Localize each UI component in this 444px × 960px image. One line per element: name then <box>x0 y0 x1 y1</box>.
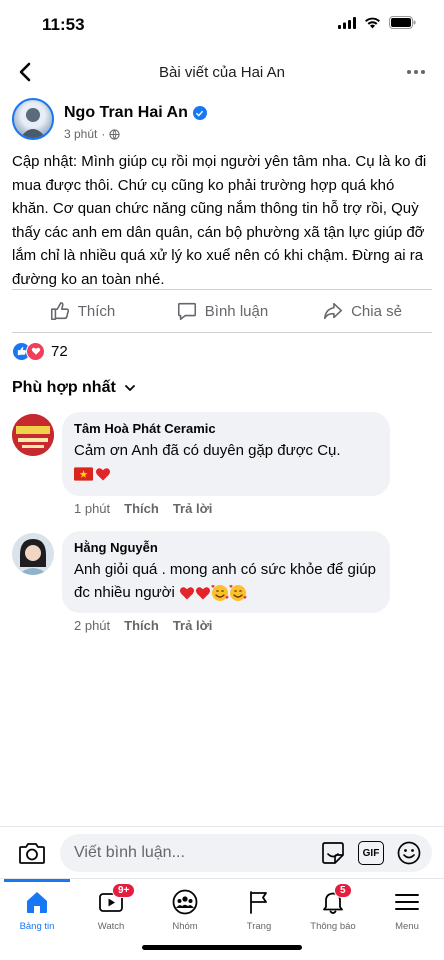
like-button[interactable]: Thích <box>12 290 152 332</box>
share-label: Chia sẻ <box>351 302 402 320</box>
like-label: Thích <box>77 302 116 320</box>
comment-input-placeholder: Viết bình luận... <box>74 844 185 861</box>
comment-like-button[interactable]: Thích <box>124 618 159 633</box>
commenter-avatar[interactable] <box>12 533 54 575</box>
tab-notifications[interactable]: 5 Thông báo <box>296 879 370 941</box>
reactions-summary[interactable]: 72 <box>12 340 68 362</box>
vietnam-flag-icon <box>74 467 93 481</box>
comment-emoji <box>74 466 378 482</box>
notification-badge: 5 <box>334 883 352 898</box>
post-action-bar: Thích Bình luận Chia sẻ <box>12 289 432 333</box>
comment-actions: 1 phút Thích Trả lời <box>74 501 212 516</box>
commenter-name[interactable]: Hằng Nguyễn <box>74 540 378 555</box>
groups-icon <box>172 889 198 915</box>
home-indicator <box>142 945 302 950</box>
tab-label: Thông báo <box>310 921 356 932</box>
more-options-icon[interactable] <box>404 60 428 84</box>
red-heart-icon <box>95 468 111 481</box>
post-time[interactable]: 3 phút <box>64 127 97 141</box>
page-title: Bài viết của Hai An <box>159 64 285 81</box>
reaction-count: 72 <box>51 342 68 360</box>
comment-label: Bình luận <box>204 302 269 320</box>
comment-time: 2 phút <box>74 618 111 633</box>
camera-icon[interactable] <box>18 840 46 866</box>
sticker-icon[interactable] <box>320 840 346 866</box>
composer-tools: GIF <box>320 834 422 872</box>
author-avatar[interactable] <box>12 98 54 140</box>
tab-news-feed[interactable]: Bảng tin <box>0 879 74 941</box>
post-meta: 3 phút · <box>64 127 121 141</box>
comment-like-button[interactable]: Thích <box>124 501 159 516</box>
post-header: Ngo Tran Hai An 3 phút · <box>12 98 432 148</box>
status-time: 11:53 <box>42 15 85 34</box>
share-button[interactable]: Chia sẻ <box>292 290 432 332</box>
tab-menu[interactable]: Menu <box>370 879 444 941</box>
tab-label: Nhóm <box>172 921 198 932</box>
comment-text: Anh giỏi quá . mong anh có sức khỏe để g… <box>74 558 378 604</box>
post-page-header: Bài viết của Hai An <box>0 50 444 94</box>
smiling-face-with-hearts-icon <box>211 585 229 602</box>
comment-composer: Viết bình luận... GIF <box>0 826 444 878</box>
red-heart-icon <box>179 587 195 600</box>
tab-groups[interactable]: Nhóm <box>148 879 222 941</box>
post-text: Cập nhật: Mình giúp cụ rồi mọi người yên… <box>12 153 427 288</box>
love-reaction-icon <box>26 341 45 361</box>
tab-label: Trang <box>246 921 272 932</box>
comment-actions: 2 phút Thích Trả lời <box>74 618 212 633</box>
comment-sort-label: Phù hợp nhất <box>12 379 116 396</box>
comment-button[interactable]: Bình luận <box>152 290 292 332</box>
gif-button[interactable]: GIF <box>358 841 384 865</box>
share-icon <box>324 302 343 320</box>
comment-reply-button[interactable]: Trả lời <box>173 501 213 516</box>
tab-label: Bảng tin <box>19 921 55 932</box>
emoji-icon[interactable] <box>396 840 422 866</box>
comment-bubble[interactable]: Tâm Hoà Phát Ceramic Cảm ơn Anh đã có du… <box>62 412 390 496</box>
status-bar: 11:53 <box>0 0 444 50</box>
red-heart-icon <box>195 587 211 600</box>
verified-badge-icon <box>192 106 207 120</box>
thumbs-up-icon <box>50 301 69 321</box>
notification-badge: 9+ <box>112 883 136 898</box>
tab-watch[interactable]: 9+ Watch <box>74 879 148 941</box>
wifi-icon <box>365 17 380 28</box>
tab-label: Watch <box>97 921 125 932</box>
avatar-image <box>12 414 54 456</box>
comment-sort-dropdown[interactable]: Phù hợp nhất <box>12 379 136 397</box>
menu-icon <box>395 894 419 910</box>
smiling-face-with-hearts-icon <box>229 585 247 602</box>
signal-icon <box>338 16 356 29</box>
flag-icon <box>250 891 267 914</box>
tab-label: Menu <box>395 921 419 932</box>
comment-bubble[interactable]: Hằng Nguyễn Anh giỏi quá . mong anh có s… <box>62 531 390 613</box>
avatar-image <box>20 108 46 138</box>
commenter-name[interactable]: Tâm Hoà Phát Ceramic <box>74 421 378 436</box>
comment-text: Cảm ơn Anh đã có duyên gặp được Cụ. <box>74 442 341 459</box>
battery-icon <box>389 16 416 29</box>
globe-icon <box>109 128 121 140</box>
comment-icon <box>177 302 196 321</box>
post-author[interactable]: Ngo Tran Hai An <box>64 104 207 122</box>
commenter-avatar[interactable] <box>12 414 54 456</box>
gif-label: GIF <box>362 847 380 859</box>
status-icons <box>338 16 416 29</box>
comment-reply-button[interactable]: Trả lời <box>173 618 213 633</box>
active-tab-indicator <box>4 879 70 882</box>
tab-pages[interactable]: Trang <box>222 879 296 941</box>
comment-item: Tâm Hoà Phát Ceramic Cảm ơn Anh đã có du… <box>12 412 432 522</box>
post-author-name[interactable]: Ngo Tran Hai An <box>64 104 188 122</box>
comment-item: Hằng Nguyễn Anh giỏi quá . mong anh có s… <box>12 531 432 641</box>
avatar-image <box>12 533 54 575</box>
chevron-down-icon <box>124 385 135 391</box>
home-icon <box>27 892 47 913</box>
comment-input[interactable]: Viết bình luận... GIF <box>60 834 432 872</box>
comment-time: 1 phút <box>74 501 111 516</box>
